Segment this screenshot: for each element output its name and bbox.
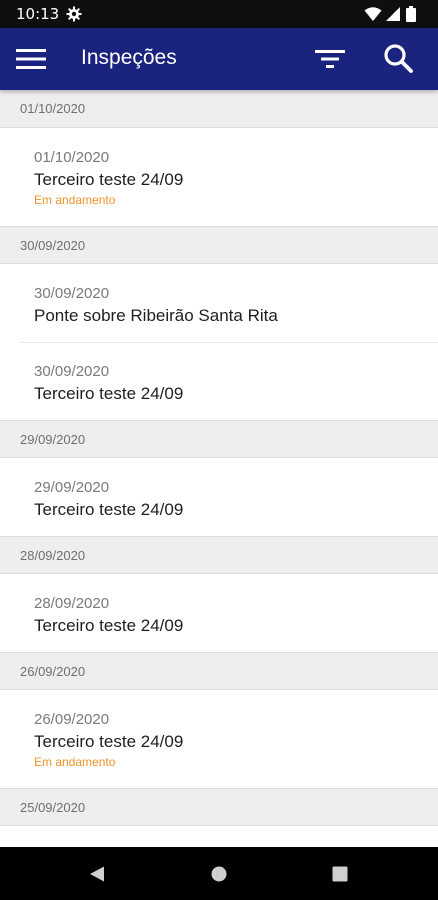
group-header: 28/09/2020	[0, 536, 438, 574]
list-item[interactable]: 29/09/2020 Terceiro teste 24/09	[0, 458, 438, 536]
status-bar: 10:13	[0, 0, 438, 28]
item-title: Terceiro teste 24/09	[34, 170, 184, 189]
list-item[interactable]: 26/09/2020 Terceiro teste 24/09 Em andam…	[0, 690, 438, 788]
item-date: 26/09/2020	[34, 711, 110, 728]
app-bar: Inspeções	[0, 28, 438, 90]
filter-icon[interactable]	[312, 43, 348, 75]
back-icon[interactable]	[89, 866, 105, 882]
signal-icon	[386, 7, 400, 21]
wifi-icon	[364, 7, 382, 21]
page-title: Inspeções	[81, 46, 177, 69]
date-group: 01/10/2020 01/10/2020 Terceiro teste 24/…	[0, 90, 438, 226]
list-item[interactable]: 30/09/2020 Terceiro teste 24/09	[0, 342, 438, 420]
recents-icon[interactable]	[332, 866, 348, 882]
item-date: 01/10/2020	[34, 149, 110, 166]
date-group: 30/09/2020 30/09/2020 Ponte sobre Ribeir…	[0, 226, 438, 420]
group-header: 25/09/2020	[0, 788, 438, 826]
group-header: 30/09/2020	[0, 226, 438, 264]
group-header: 26/09/2020	[0, 652, 438, 690]
list-item[interactable]: 28/09/2020 Terceiro teste 24/09	[0, 574, 438, 652]
item-date: 30/09/2020	[34, 363, 110, 380]
item-title: Ponte sobre Ribeirão Santa Rita	[34, 306, 278, 325]
list-item[interactable]: 01/10/2020 Terceiro teste 24/09 Em andam…	[0, 128, 438, 226]
search-icon[interactable]	[380, 41, 416, 77]
date-group: 29/09/2020 29/09/2020 Terceiro teste 24/…	[0, 420, 438, 536]
gear-icon	[66, 6, 82, 22]
navigation-bar	[0, 847, 438, 900]
item-title: Terceiro teste 24/09	[34, 384, 184, 403]
group-header: 29/09/2020	[0, 420, 438, 458]
item-title: Terceiro teste 24/09	[34, 732, 184, 751]
date-group: 26/09/2020 26/09/2020 Terceiro teste 24/…	[0, 652, 438, 788]
item-title: Terceiro teste 24/09	[34, 500, 184, 519]
status-time: 10:13	[16, 5, 60, 23]
item-date: 30/09/2020	[34, 285, 110, 302]
list-item[interactable]: 30/09/2020 Ponte sobre Ribeirão Santa Ri…	[0, 264, 438, 342]
item-date: 29/09/2020	[34, 479, 110, 496]
date-group: 28/09/2020 28/09/2020 Terceiro teste 24/…	[0, 536, 438, 652]
date-group: 25/09/2020	[0, 788, 438, 826]
status-label: Em andamento	[34, 755, 116, 769]
group-header: 01/10/2020	[0, 90, 438, 128]
status-label: Em andamento	[34, 193, 116, 207]
home-icon[interactable]	[211, 866, 227, 882]
battery-icon	[406, 6, 416, 22]
item-date: 28/09/2020	[34, 595, 110, 612]
status-icons	[364, 6, 424, 22]
inspection-list[interactable]: 01/10/2020 01/10/2020 Terceiro teste 24/…	[0, 90, 438, 847]
item-title: Terceiro teste 24/09	[34, 616, 184, 635]
menu-icon[interactable]	[14, 43, 48, 75]
